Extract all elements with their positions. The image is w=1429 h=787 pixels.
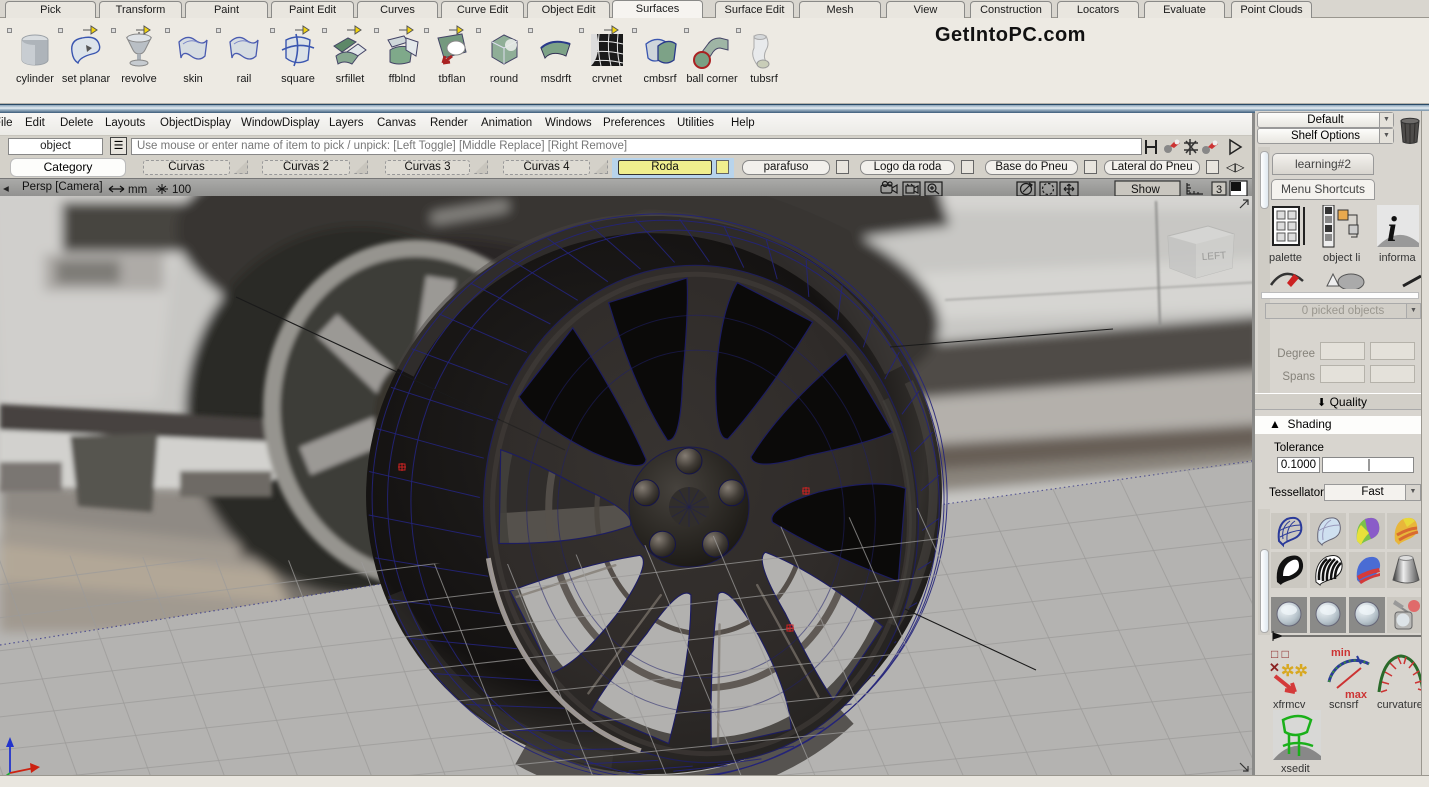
svg-text:xfrmcv: xfrmcv xyxy=(1273,699,1306,711)
svg-text:3: 3 xyxy=(1216,184,1222,196)
svg-text:100: 100 xyxy=(172,184,191,195)
svg-text:✕: ✕ xyxy=(1269,660,1280,675)
svg-text:LEFT: LEFT xyxy=(1201,250,1226,263)
svg-text:mm: mm xyxy=(128,184,147,195)
svg-text:xsedit: xsedit xyxy=(1281,763,1310,775)
svg-text:min: min xyxy=(1331,647,1351,659)
svg-text:curvature: curvature xyxy=(1377,699,1423,711)
svg-text:scnsrf: scnsrf xyxy=(1329,699,1359,711)
svg-text:Show: Show xyxy=(1131,184,1160,196)
svg-text:✲✲: ✲✲ xyxy=(1281,663,1308,680)
svg-text:□ □: □ □ xyxy=(1271,647,1289,661)
